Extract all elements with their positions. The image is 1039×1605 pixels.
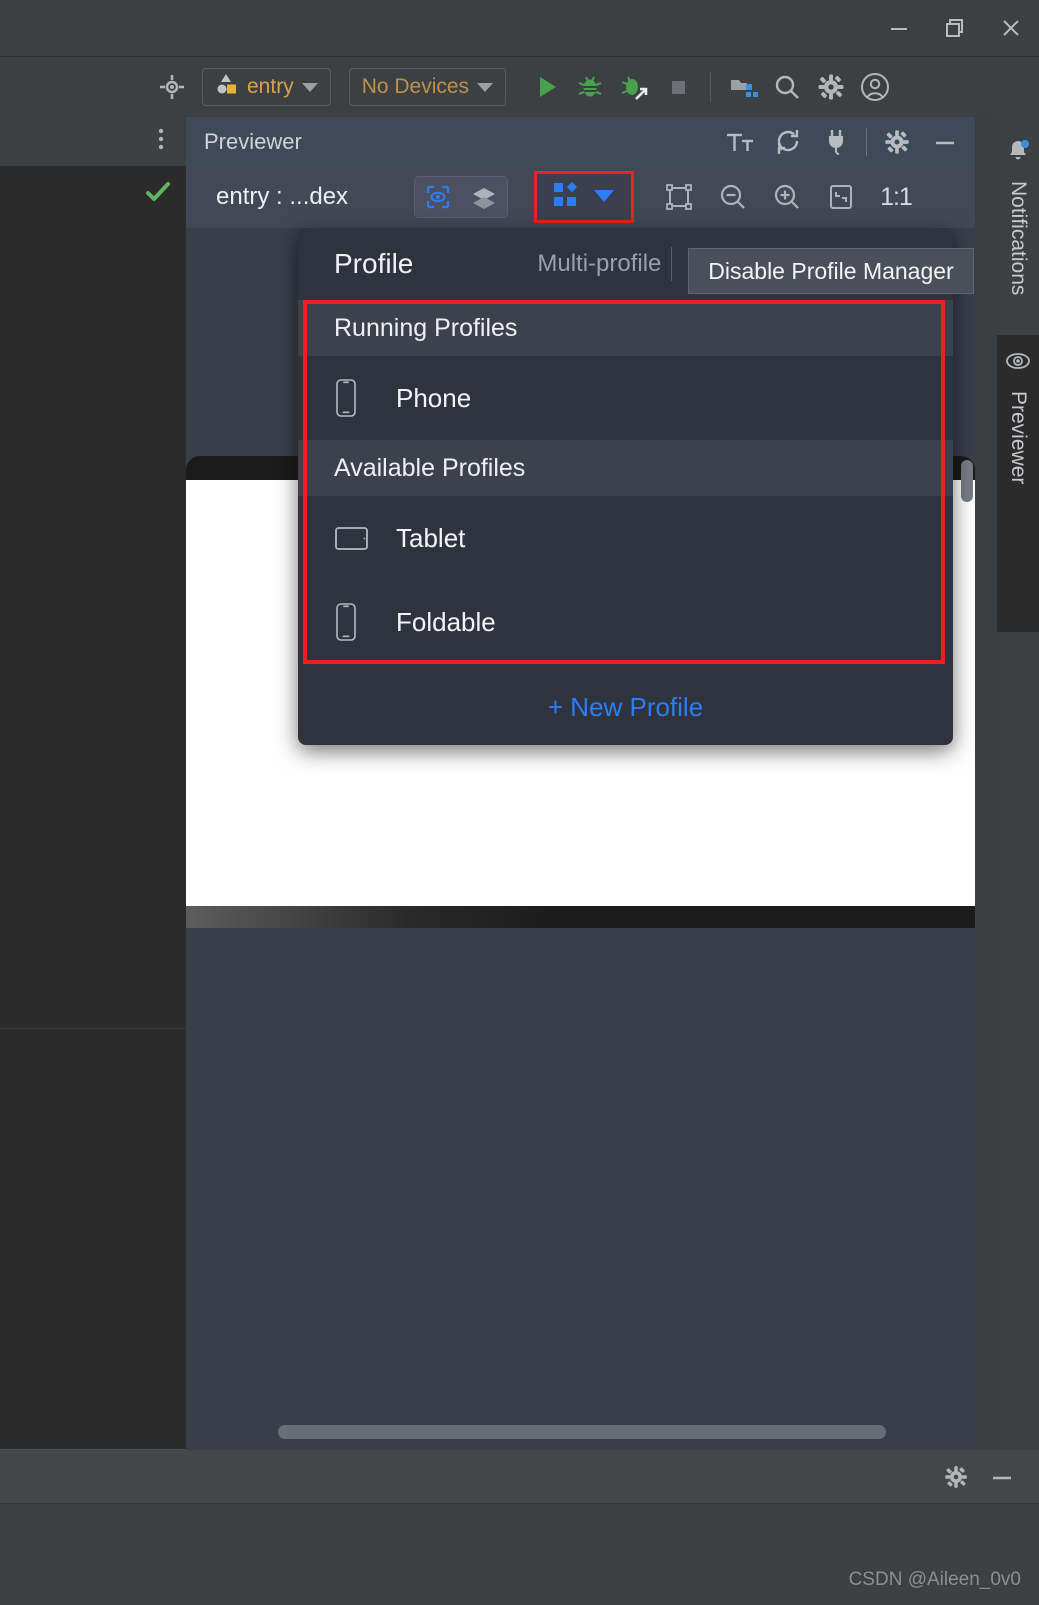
refresh-icon[interactable] — [764, 122, 812, 162]
more-vertical-icon[interactable] — [150, 125, 172, 158]
search-button[interactable] — [765, 65, 809, 109]
profile-row-phone[interactable]: Phone — [298, 356, 953, 440]
plug-icon[interactable] — [812, 122, 860, 162]
foldable-icon — [334, 602, 388, 642]
window-minimize-button[interactable] — [871, 0, 927, 56]
check-icon — [144, 178, 172, 210]
device-bottom-bezel — [186, 906, 975, 928]
section-header-running-profiles: Running Profiles — [298, 300, 953, 356]
fit-to-screen-icon[interactable] — [816, 175, 866, 219]
target-icon[interactable] — [150, 65, 194, 109]
zoom-ratio-label[interactable]: 1:1 — [880, 183, 913, 212]
layers-icon[interactable] — [461, 177, 508, 217]
settings-gear-button[interactable] — [809, 65, 853, 109]
left-panel-header — [0, 117, 186, 166]
module-selector-label: entry — [247, 75, 294, 98]
account-button[interactable] — [853, 65, 897, 109]
attach-debugger-button[interactable] — [612, 65, 656, 109]
stop-button[interactable] — [656, 65, 700, 109]
watermark-text: CSDN @Aileen_0v0 — [848, 1569, 1021, 1590]
toolbar-divider — [710, 72, 712, 102]
eye-icon — [997, 341, 1039, 381]
previewer-title: Previewer — [204, 128, 302, 154]
previewer-header-divider — [866, 127, 867, 156]
view-mode-segmented-control — [414, 176, 509, 218]
text-size-icon[interactable] — [716, 122, 764, 162]
tablet-icon — [334, 524, 388, 552]
zoom-controls: 1:1 — [654, 175, 913, 219]
chevron-down-icon — [477, 82, 494, 92]
inspect-icon[interactable] — [415, 177, 462, 217]
right-tool-strip: Notifications Previewer — [997, 117, 1039, 1449]
popup-header-divider — [671, 247, 673, 281]
chevron-down-icon — [591, 182, 617, 213]
window-title-bar — [0, 0, 1039, 56]
multi-profile-dropdown-button[interactable] — [534, 171, 635, 223]
new-profile-link[interactable]: + New Profile — [298, 664, 953, 745]
right-strip-label-previewer: Previewer — [1007, 391, 1030, 485]
run-button[interactable] — [524, 65, 568, 109]
bell-icon — [997, 131, 1039, 171]
bottom-tool-bar — [0, 1450, 1039, 1504]
profile-row-tablet[interactable]: Tablet — [298, 496, 953, 580]
window-close-button[interactable] — [983, 0, 1039, 56]
bottom-minimize-icon[interactable] — [979, 1454, 1025, 1500]
window-restore-button[interactable] — [927, 0, 983, 56]
previewer-tool-window-header: Previewer — [186, 117, 975, 166]
profile-row-foldable[interactable]: Foldable — [298, 580, 953, 664]
multi-profile-label[interactable]: Multi-profile — [537, 250, 661, 278]
previewer-settings-gear-icon[interactable] — [873, 122, 921, 162]
left-panel-divider — [0, 1028, 186, 1029]
device-selector-label: No Devices — [361, 75, 470, 98]
profile-label: Foldable — [396, 606, 496, 637]
multi-profile-icon — [551, 180, 581, 215]
profile-label: Phone — [396, 382, 472, 413]
previewer-minimize-icon[interactable] — [921, 122, 969, 162]
canvas-vertical-scrollbar[interactable] — [961, 460, 973, 502]
disable-profile-manager-button[interactable]: Disable Profile Manager — [688, 248, 974, 294]
debug-button[interactable] — [568, 65, 612, 109]
main-toolbar: entry No Devices — [0, 56, 1039, 117]
bottom-settings-gear-icon[interactable] — [933, 1454, 979, 1500]
previewer-file-label: entry : ...dex — [216, 183, 349, 210]
previewer-sub-toolbar: entry : ...dex 1:1 — [186, 166, 975, 228]
device-selector[interactable]: No Devices — [348, 68, 507, 106]
right-strip-item-notifications[interactable]: Notifications — [997, 125, 1039, 295]
zoom-in-icon[interactable] — [762, 175, 812, 219]
chevron-down-icon — [301, 82, 318, 92]
right-strip-item-previewer[interactable]: Previewer — [997, 335, 1039, 499]
canvas-horizontal-scrollbar[interactable] — [278, 1425, 886, 1439]
module-selector[interactable]: entry — [202, 68, 331, 106]
module-icon — [215, 72, 239, 102]
phone-icon — [334, 378, 388, 418]
frame-icon[interactable] — [654, 175, 704, 219]
profile-dropdown-popup: Profile Multi-profile Running Profiles P… — [298, 228, 953, 745]
project-structure-button[interactable] — [721, 65, 765, 109]
status-bar: CSDN @Aileen_0v0 — [0, 1504, 1039, 1605]
profile-label: Tablet — [396, 522, 466, 553]
section-header-available-profiles: Available Profiles — [298, 440, 953, 496]
profile-popup-title: Profile — [334, 248, 414, 279]
left-panel-body — [0, 166, 186, 1449]
right-strip-label-notifications: Notifications — [1007, 181, 1030, 296]
zoom-out-icon[interactable] — [708, 175, 758, 219]
